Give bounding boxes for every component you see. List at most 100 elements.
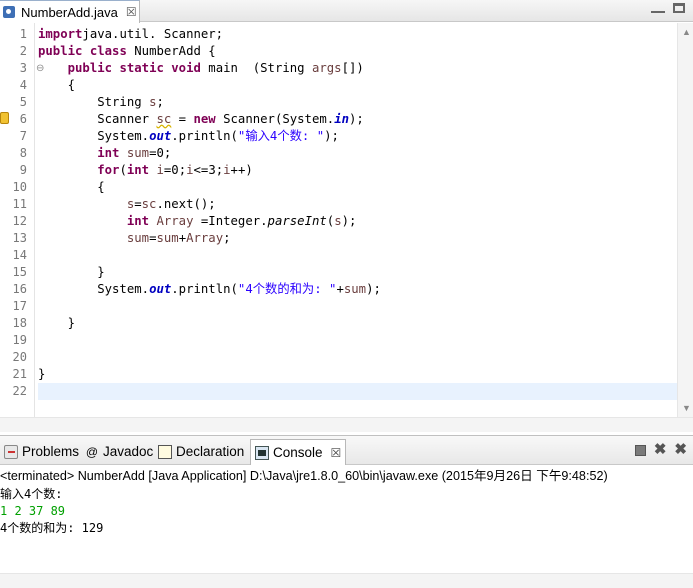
line-number: 3	[19, 61, 27, 75]
tab-problems[interactable]: Problems	[0, 439, 83, 464]
code-token: {	[38, 180, 105, 194]
remove-all-launches-icon[interactable]: ✖	[674, 442, 687, 457]
code-token: int	[126, 163, 150, 177]
code-line[interactable]: {	[38, 77, 678, 94]
code-token: System.	[38, 282, 150, 296]
code-line[interactable]: System.out.println("4个数的和为: "+sum);	[38, 281, 678, 298]
code-token: import	[38, 27, 83, 41]
scroll-up-icon[interactable]: ▲	[682, 27, 691, 37]
code-token: );	[341, 214, 357, 228]
console-toolbar: ✖ ✖	[634, 442, 687, 457]
java-file-icon	[3, 6, 15, 18]
warning-icon[interactable]	[0, 112, 9, 124]
code-token: );	[324, 129, 339, 143]
code-token: sc	[141, 197, 157, 211]
code-token: class	[89, 44, 127, 58]
code-token: =	[134, 197, 142, 211]
code-token: "4个数的和为: "	[237, 282, 337, 296]
code-token: parseInt	[267, 214, 327, 228]
code-token: =0;	[149, 146, 172, 160]
code-token: sum	[126, 146, 150, 160]
code-token: =0;	[163, 163, 187, 177]
console-output[interactable]: 输入4个数: 1 2 37 89 4个数的和为: 129	[0, 486, 693, 566]
line-number: 14	[12, 248, 27, 262]
code-line[interactable]: public static void main (String args[])	[38, 60, 678, 77]
at-icon: @	[85, 444, 99, 459]
code-line[interactable]: sum=sum+Array;	[38, 230, 678, 247]
line-number: 18	[12, 316, 27, 330]
console-line: 输入4个数:	[0, 487, 63, 501]
remove-launch-icon[interactable]: ✖	[654, 442, 667, 457]
terminate-icon[interactable]	[634, 444, 646, 456]
console-process-header: <terminated> NumberAdd [Java Application…	[0, 469, 608, 483]
code-line[interactable]: }	[38, 315, 678, 332]
minimize-icon[interactable]	[651, 3, 665, 13]
code-line[interactable]: importjava.util. Scanner;	[38, 26, 678, 43]
code-line[interactable]: s=sc.next();	[38, 196, 678, 213]
code-token: new	[193, 112, 216, 126]
code-token: Scanner(System.	[215, 112, 335, 126]
close-icon[interactable]: ☒	[331, 446, 342, 460]
code-token: .println(	[171, 129, 238, 143]
code-line[interactable]: System.out.println("输入4个数: ");	[38, 128, 678, 145]
code-line[interactable]	[38, 349, 678, 366]
tab-declaration[interactable]: Declaration	[154, 439, 248, 464]
code-token: [])	[341, 61, 364, 75]
maximize-icon[interactable]	[673, 3, 685, 13]
code-token: String	[38, 95, 150, 109]
code-token: <=3;	[193, 163, 224, 177]
line-number: 4	[19, 78, 27, 92]
code-line[interactable]: public class NumberAdd {	[38, 43, 678, 60]
console-line: 4个数的和为: 129	[0, 521, 104, 535]
code-token: main (String	[200, 61, 312, 75]
console-icon	[255, 445, 269, 460]
code-line[interactable]: }	[38, 366, 678, 383]
code-line[interactable]: Scanner sc = new Scanner(System.in);	[38, 111, 678, 128]
editor-pane: NumberAdd.java ☒ 1 2 3 ⊖ 4 5 6 7 8 9 10 11 12 13 14 15 1…	[0, 0, 693, 432]
console-line: 1 2 37 89	[0, 504, 66, 518]
bottom-panel: Problems @ Javadoc Declaration Console ☒…	[0, 435, 693, 588]
console-horizontal-scrollbar[interactable]	[0, 573, 693, 588]
line-number: 16	[12, 282, 27, 296]
code-line[interactable]	[38, 332, 678, 349]
code-token: int	[97, 146, 120, 160]
tab-console[interactable]: Console ☒	[250, 439, 347, 465]
code-line[interactable]: for(int i=0;i<=3;i++)	[38, 162, 678, 179]
code-token: int	[126, 214, 150, 228]
code-line[interactable]: int sum=0;	[38, 145, 678, 162]
code-line[interactable]: {	[38, 179, 678, 196]
editor-window-controls	[651, 3, 685, 13]
code-token: );	[349, 112, 364, 126]
code-token: public	[38, 44, 83, 58]
line-number: 7	[19, 129, 27, 143]
code-token: System.	[38, 129, 150, 143]
code-line[interactable]	[38, 247, 678, 264]
code-line[interactable]	[38, 383, 678, 400]
code-token: public	[67, 61, 113, 75]
editor-tab-numberadd[interactable]: NumberAdd.java ☒	[0, 0, 140, 23]
code-line[interactable]	[38, 298, 678, 315]
code-editor[interactable]: importjava.util. Scanner; public class Nu…	[38, 23, 678, 417]
code-token: static	[119, 61, 164, 75]
line-number: 11	[12, 197, 27, 211]
code-token: java.util. Scanner;	[82, 27, 224, 41]
code-token: }	[38, 367, 46, 381]
line-number: 22	[12, 384, 27, 398]
line-number: 10	[12, 180, 27, 194]
line-number: 1	[19, 27, 27, 41]
close-icon[interactable]: ☒	[126, 5, 137, 19]
code-line[interactable]: }	[38, 264, 678, 281]
code-line[interactable]: String s;	[38, 94, 678, 111]
code-token: i	[156, 163, 164, 177]
line-number: 2	[19, 44, 27, 58]
code-token: sum	[126, 231, 150, 245]
scroll-down-icon[interactable]: ▼	[682, 403, 691, 413]
editor-vertical-scrollbar[interactable]: ▲ ▼	[677, 23, 693, 417]
tab-javadoc[interactable]: @ Javadoc	[81, 439, 157, 464]
editor-horizontal-scrollbar[interactable]	[0, 417, 693, 432]
code-token: +	[336, 282, 344, 296]
code-line[interactable]: int Array =Integer.parseInt(s);	[38, 213, 678, 230]
tab-label: Declaration	[176, 444, 245, 459]
